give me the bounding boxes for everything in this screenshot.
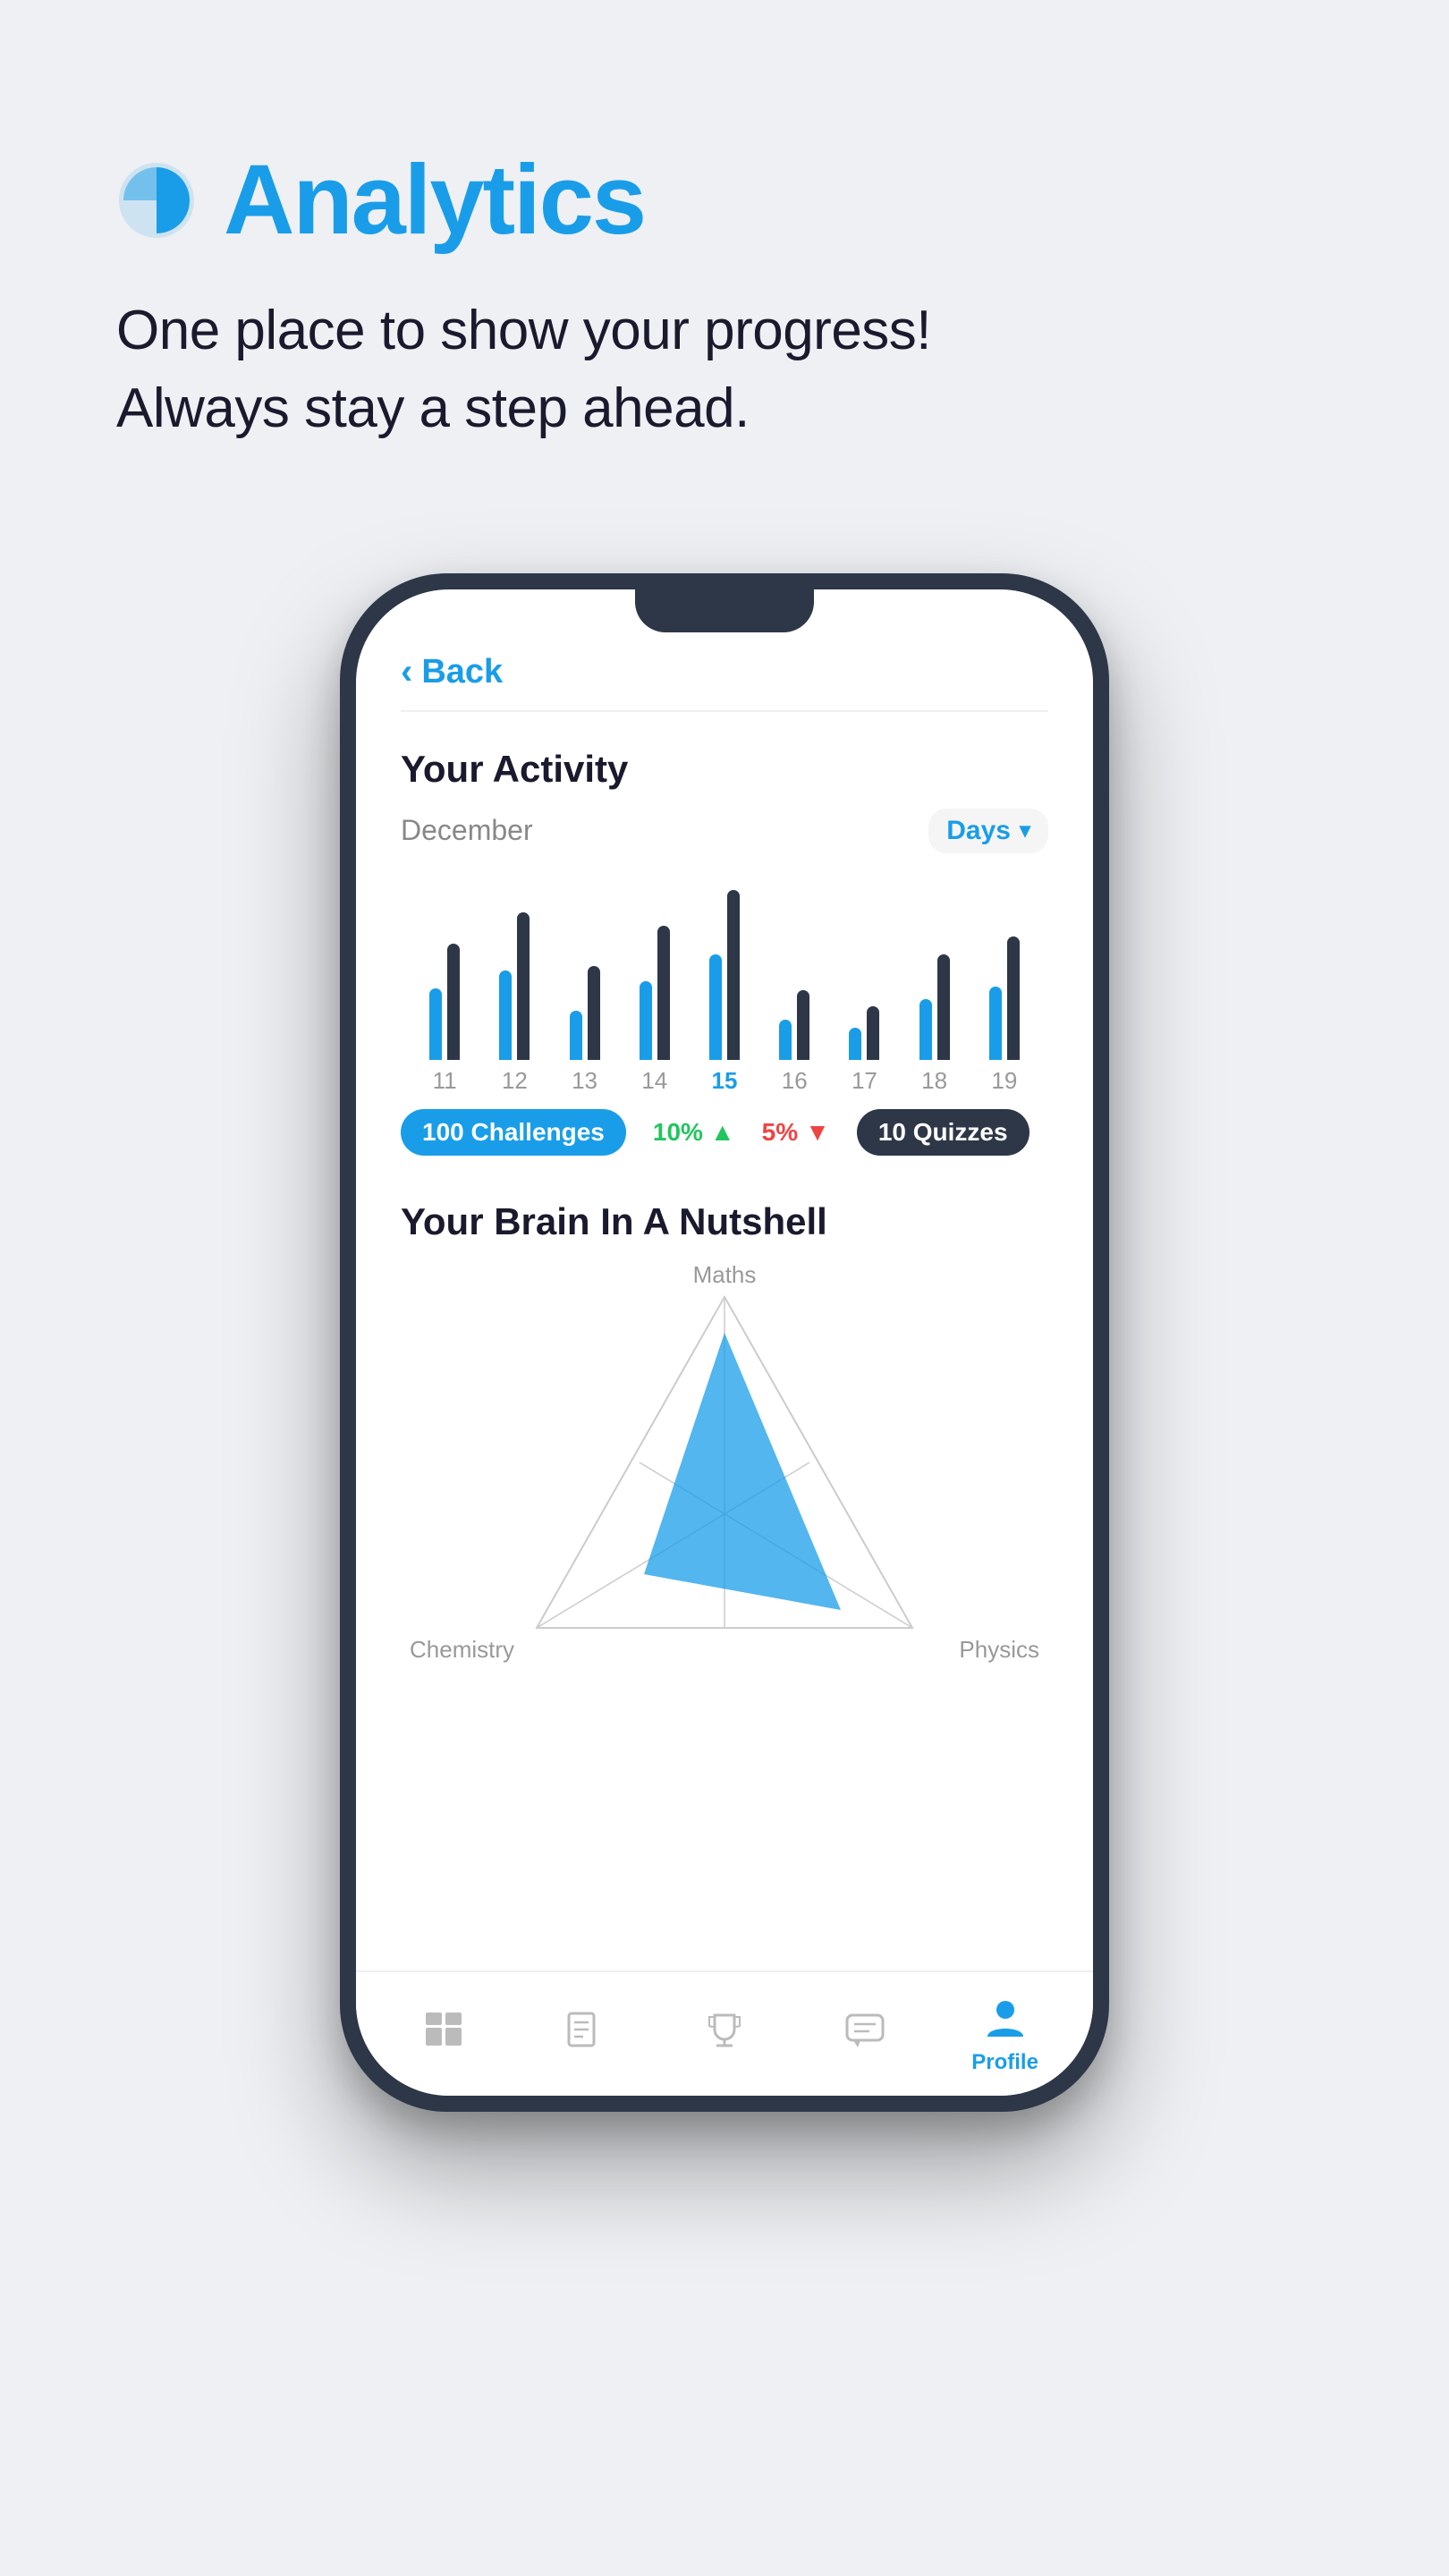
bar-label-active: 15 — [712, 1067, 738, 1095]
month-label: December — [401, 814, 533, 847]
title-row: Analytics — [116, 143, 1333, 257]
bar-blue — [640, 981, 652, 1060]
phone-notch — [635, 589, 814, 632]
bar-group-18: 18 — [900, 881, 970, 1095]
triangle-labels: Maths Chemistry Physics — [401, 1261, 1048, 1673]
arrow-up-icon: ▲ — [710, 1118, 735, 1147]
bar-dark — [937, 954, 950, 1060]
label-physics: Physics — [959, 1636, 1039, 1664]
stat-green-value: 10% — [653, 1118, 703, 1147]
bar-dark — [657, 926, 670, 1060]
bar-dark — [867, 1006, 879, 1060]
bar-wrapper — [849, 881, 879, 1060]
brain-title: Your Brain In A Nutshell — [401, 1200, 1048, 1243]
nav-item-home[interactable] — [374, 2005, 514, 2063]
study-icon — [559, 2005, 609, 2055]
month-row: December Days ▾ — [401, 809, 1048, 853]
bar-group-13: 13 — [549, 881, 619, 1095]
analytics-pie-icon — [116, 160, 197, 241]
bar-blue — [499, 970, 512, 1060]
days-label: Days — [946, 816, 1011, 846]
days-dropdown[interactable]: Days ▾ — [928, 809, 1048, 853]
bar-label: 13 — [572, 1067, 597, 1095]
back-button[interactable]: ‹ Back — [401, 652, 503, 692]
screen-content: ‹ Back Your Activity December Days ▾ — [356, 589, 1093, 2096]
nav-item-profile[interactable]: Profile — [935, 1993, 1075, 2075]
dropdown-arrow-icon: ▾ — [1020, 818, 1030, 843]
bar-group-11: 11 — [410, 881, 479, 1095]
stats-row: 100 Challenges 10% ▲ 5% ▼ 10 Quizzes — [401, 1109, 1048, 1156]
bar-blue — [849, 1028, 861, 1060]
bar-wrapper — [640, 881, 670, 1060]
bar-blue — [919, 999, 932, 1060]
bar-wrapper — [989, 881, 1020, 1060]
back-label: Back — [421, 653, 503, 691]
label-chemistry: Chemistry — [410, 1636, 514, 1664]
bar-wrapper — [779, 881, 809, 1060]
bar-wrapper — [570, 881, 600, 1060]
bar-group-15: 15 — [690, 881, 759, 1095]
bar-chart: 11 12 — [401, 880, 1048, 1095]
bar-dark — [727, 890, 740, 1060]
phone-outer: ‹ Back Your Activity December Days ▾ — [340, 573, 1109, 2112]
triangle-chart: Maths Chemistry Physics — [401, 1261, 1048, 1673]
stat-red-value: 5% — [762, 1118, 798, 1147]
nav-item-study[interactable] — [514, 2005, 655, 2063]
bar-label: 18 — [921, 1067, 947, 1095]
bar-blue — [429, 988, 442, 1060]
bar-blue — [709, 954, 722, 1060]
bar-label: 19 — [991, 1067, 1017, 1095]
bar-dark — [1007, 936, 1020, 1060]
bar-dark — [447, 944, 460, 1060]
bar-wrapper — [429, 881, 460, 1060]
header-subtitle: One place to show your progress! Always … — [116, 292, 1333, 448]
bar-label: 12 — [502, 1067, 528, 1095]
stat-green: 10% ▲ — [653, 1118, 735, 1147]
phone-mockup: ‹ Back Your Activity December Days ▾ — [0, 573, 1449, 2112]
bar-label: 11 — [433, 1067, 457, 1095]
bar-label: 14 — [641, 1067, 667, 1095]
bar-blue — [779, 1020, 792, 1060]
bar-label: 16 — [782, 1067, 808, 1095]
challenges-badge: 100 Challenges — [401, 1109, 626, 1156]
header-section: Analytics One place to show your progres… — [0, 0, 1449, 502]
page-title: Analytics — [224, 143, 645, 257]
nav-item-trophy[interactable] — [655, 2005, 795, 2063]
arrow-down-icon: ▼ — [805, 1118, 830, 1147]
bar-group-12: 12 — [479, 881, 549, 1095]
bar-group-19: 19 — [970, 881, 1039, 1095]
bar-wrapper — [919, 881, 950, 1060]
bar-group-14: 14 — [620, 881, 690, 1095]
bar-dark — [588, 966, 600, 1060]
bar-wrapper — [499, 881, 530, 1060]
chat-icon — [840, 2005, 890, 2055]
trophy-icon — [699, 2005, 750, 2055]
home-icon — [419, 2005, 469, 2055]
brain-section: Your Brain In A Nutshell — [356, 1174, 1093, 1970]
nav-label-profile: Profile — [971, 2050, 1038, 2075]
profile-icon — [980, 1993, 1030, 2043]
label-maths: Maths — [693, 1261, 757, 1289]
bar-blue — [989, 987, 1002, 1060]
activity-title: Your Activity — [401, 748, 1048, 791]
activity-section: Your Activity December Days ▾ — [356, 712, 1093, 1174]
bar-dark — [797, 990, 809, 1060]
bar-dark — [517, 912, 530, 1060]
back-chevron-icon: ‹ — [401, 652, 412, 692]
phone-inner: ‹ Back Your Activity December Days ▾ — [356, 589, 1093, 2096]
nav-item-chat[interactable] — [794, 2005, 935, 2063]
bar-label: 17 — [852, 1067, 877, 1095]
quizzes-badge: 10 Quizzes — [857, 1109, 1030, 1156]
bar-wrapper — [709, 881, 740, 1060]
bottom-nav: Profile — [356, 1970, 1093, 2096]
bar-blue — [570, 1011, 582, 1060]
bar-group-16: 16 — [759, 881, 829, 1095]
stat-red: 5% ▼ — [762, 1118, 830, 1147]
bar-group-17: 17 — [829, 881, 899, 1095]
